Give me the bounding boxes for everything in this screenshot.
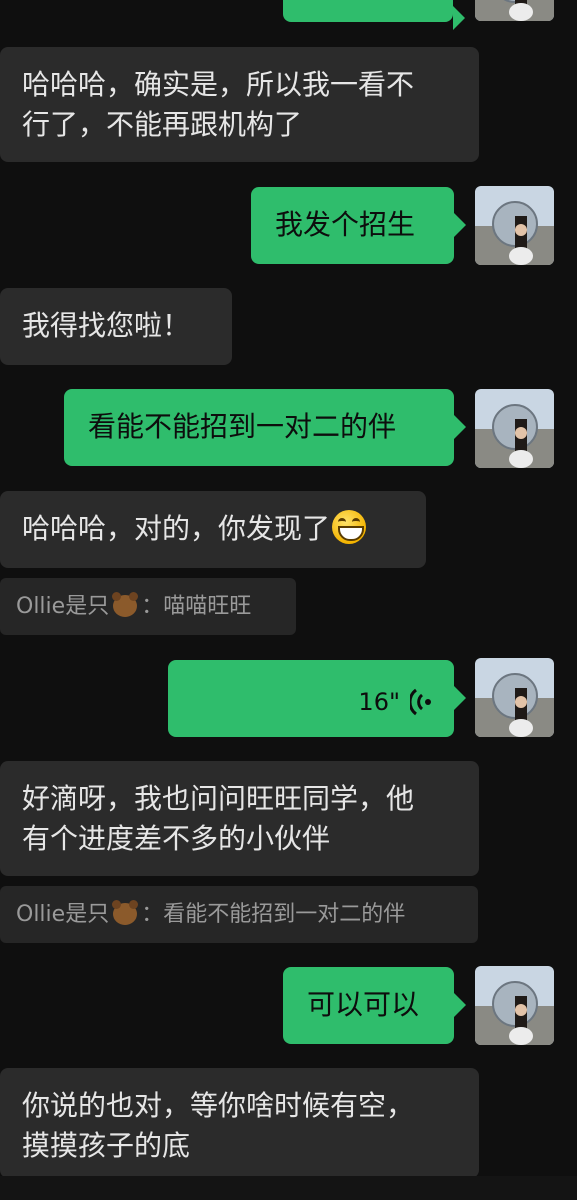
- quoted-message[interactable]: Ollie是只 ：喵喵旺旺: [0, 578, 296, 635]
- message-text: 哈哈哈，对的，你发现了: [22, 512, 331, 545]
- message-text-line: 行了，不能再跟机构了: [22, 108, 303, 141]
- voice-duration: 16": [358, 688, 400, 716]
- message-text-line: 摸摸孩子的底: [22, 1129, 191, 1162]
- message-text-line: 好滴呀，我也问问旺旺同学，他: [22, 782, 415, 815]
- outgoing-message-bubble[interactable]: 我发个招生: [251, 187, 466, 264]
- outgoing-message-bubble[interactable]: [283, 0, 465, 30]
- avatar[interactable]: [475, 389, 554, 468]
- quote-text: ：看能不能招到一对二的伴: [141, 902, 406, 927]
- message-text-line: 有个进度差不多的小伙伴: [22, 822, 331, 855]
- quoted-message[interactable]: Ollie是只 ：看能不能招到一对二的伴: [0, 886, 478, 943]
- bottom-divider: [0, 1176, 577, 1200]
- incoming-message-bubble[interactable]: 哈哈哈，对的，你发现了: [0, 491, 426, 568]
- message-text-line: 哈哈哈，确实是，所以我一看不: [22, 68, 415, 101]
- avatar[interactable]: [475, 186, 554, 265]
- chat-message-list[interactable]: 哈哈哈，确实是，所以我一看不 行了，不能再跟机构了 我发个招生 我得找您啦！ 看…: [0, 0, 577, 1200]
- voice-message-bubble[interactable]: 16": [168, 660, 466, 737]
- avatar[interactable]: [475, 966, 554, 1045]
- incoming-message-bubble[interactable]: 好滴呀，我也问问旺旺同学，他 有个进度差不多的小伙伴: [0, 761, 479, 876]
- quote-text: ：喵喵旺旺: [141, 594, 252, 619]
- outgoing-message-bubble[interactable]: 看能不能招到一对二的伴: [64, 389, 466, 466]
- avatar[interactable]: [475, 0, 554, 21]
- bear-icon: [112, 592, 139, 617]
- voice-wave-icon: [410, 688, 431, 716]
- message-text: 看能不能招到一对二的伴: [88, 410, 397, 443]
- incoming-message-bubble[interactable]: 我得找您啦！: [0, 288, 232, 365]
- incoming-message-bubble[interactable]: 你说的也对，等你啥时候有空， 摸摸孩子的底: [0, 1068, 479, 1178]
- avatar[interactable]: [475, 658, 554, 737]
- bear-icon: [112, 900, 139, 925]
- message-text-line: 你说的也对，等你啥时候有空，: [22, 1089, 415, 1122]
- message-text: 可以可以: [307, 988, 420, 1021]
- message-text: 我得找您啦！: [22, 309, 191, 342]
- quote-sender: Ollie是只: [16, 902, 110, 927]
- quote-sender: Ollie是只: [16, 594, 110, 619]
- outgoing-message-bubble[interactable]: 可以可以: [283, 967, 466, 1044]
- grinning-face-icon: [332, 510, 367, 544]
- message-text: 我发个招生: [275, 208, 416, 241]
- incoming-message-bubble[interactable]: 哈哈哈，确实是，所以我一看不 行了，不能再跟机构了: [0, 47, 479, 162]
